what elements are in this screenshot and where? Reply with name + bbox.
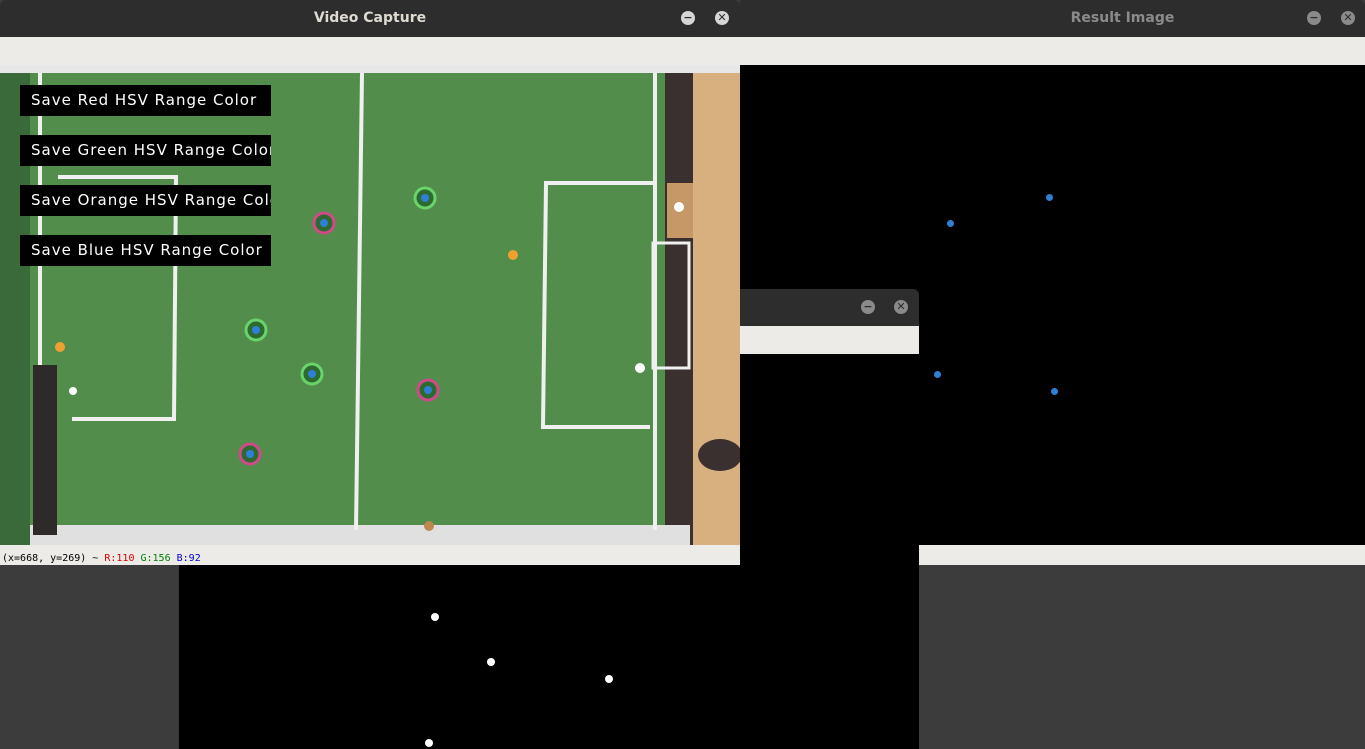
status-coords: (x=668, y=269) ~ [2,553,99,564]
save-orange-hsv-button[interactable]: Save Orange HSV Range Color [20,185,271,216]
result-window-toolbar [740,37,1365,65]
blue-blob [1046,194,1053,201]
mask-image-part [740,354,919,565]
minimize-icon[interactable]: − [861,300,875,314]
video-window-titlebar[interactable]: Video Capture − ✕ [0,0,740,37]
close-icon[interactable]: ✕ [894,300,908,314]
video-window-title: Video Capture [313,10,427,26]
close-icon[interactable]: ✕ [1341,11,1355,25]
mask-blob [605,675,613,683]
mask-window-titlebar-part[interactable]: − ✕ [740,289,919,326]
mask-blob [431,613,439,621]
video-window: Video Capture − ✕ Save Red HSV Range Col… [0,0,740,565]
blue-blob [1051,388,1058,395]
status-red-value: R:110 [104,553,135,564]
save-green-hsv-button[interactable]: Save Green HSV Range Color [20,135,271,166]
result-window-titlebar[interactable]: Result Image − ✕ [740,0,1365,37]
video-window-toolbar [0,37,740,65]
mask-window-toolbar-part [740,326,919,354]
mask-blob [487,658,495,666]
close-icon[interactable]: ✕ [715,11,729,25]
mask-window-top: − ✕ [740,289,919,565]
video-window-statusbar: (x=668, y=269) ~ R:110 G:156 B:92 [0,545,740,565]
status-blue-value: B:92 [176,553,201,564]
camera-image[interactable]: Save Red HSV Range Color Save Green HSV … [0,65,740,545]
blue-blob [934,371,941,378]
result-window-title: Result Image [1070,10,1175,26]
save-red-hsv-button[interactable]: Save Red HSV Range Color [20,85,271,116]
blue-blob [947,220,954,227]
status-green-value: G:156 [140,553,171,564]
minimize-icon[interactable]: − [681,11,695,25]
minimize-icon[interactable]: − [1307,11,1321,25]
mask-blob [425,739,433,747]
save-blue-hsv-button[interactable]: Save Blue HSV Range Color [20,235,271,266]
